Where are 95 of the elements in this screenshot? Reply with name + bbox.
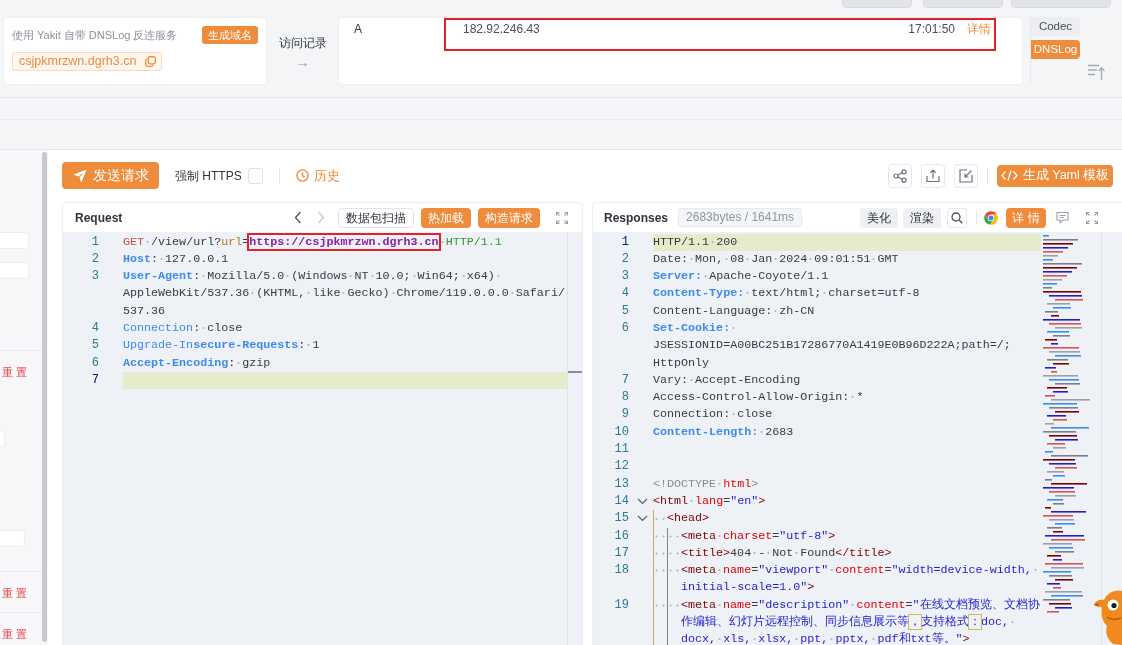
browser-icon[interactable] [984, 210, 998, 225]
dnslog-hint: 使用 Yakit 自带 DNSLog 反连服务 [12, 28, 178, 43]
share-button[interactable] [888, 163, 912, 188]
code-line: <meta name="viewport" content="width=device-width, initial-scale=1.0"> [653, 562, 1041, 597]
code-line: <html lang="en"> [653, 492, 767, 510]
line-number: 4 [90, 320, 99, 337]
copy-icon[interactable] [145, 56, 156, 67]
code-line: Content-Type: text/html; charset=utf-8 [653, 285, 921, 303]
line-number: 7 [90, 371, 99, 389]
expand-icon[interactable] [1086, 211, 1098, 224]
line-number: 14 [613, 492, 629, 510]
panel-title: Responses [604, 209, 669, 227]
line-number: 15 [613, 510, 629, 528]
history-button[interactable]: 历史 [295, 165, 340, 186]
box-arrow-icon [959, 168, 973, 183]
search-icon [951, 211, 963, 224]
code-line: Content-Length: 2683 [653, 423, 795, 441]
force-https-label: 强制 HTTPS [175, 167, 242, 185]
line-number: 6 [620, 320, 629, 337]
export-button[interactable] [921, 163, 945, 188]
line-number: 12 [613, 458, 629, 476]
line-number: 5 [620, 302, 629, 320]
code-line: <title>404 - Not Found</title> [653, 544, 1041, 563]
line-number: 1 [90, 233, 99, 251]
https-checkbox[interactable] [247, 167, 263, 184]
panel-title: Request [75, 209, 123, 227]
code-line: Content-Language: zh-CN [653, 302, 816, 320]
record-time: 17:01:50 [908, 21, 955, 37]
record-type: A [354, 21, 363, 37]
code-icon [1000, 170, 1018, 181]
chevron-left-icon[interactable] [294, 211, 302, 224]
line-number: 6 [90, 354, 99, 372]
scroll-marker [568, 371, 582, 373]
sort-icon[interactable] [1087, 63, 1106, 81]
code-line: Upgrade-Insecure-Requests: 1 [123, 337, 321, 355]
code-line: <meta name="description" content="在线文档预览、文档协 作编辑、幻灯片远程控制、同步信息展示等，支持格式：doc, docx, xls, xlsx, ppt, pptx, pdf和txt等。"> [653, 596, 1041, 645]
line-number: 8 [620, 389, 629, 407]
search-button[interactable] [947, 207, 967, 228]
line-number: 13 [613, 475, 629, 493]
mascot-icon [1093, 587, 1122, 645]
line-number: 4 [620, 285, 629, 303]
response-stats: 2683bytes / 1641ms [678, 208, 803, 227]
side-tab[interactable]: Codec [1031, 17, 1080, 36]
code-line: Access-Control-Allow-Origin: * [653, 389, 865, 407]
paper-plane-icon [72, 168, 87, 183]
line-number: 2 [620, 250, 629, 268]
code-line: Server: Apache-Coyote/1.1 [653, 268, 830, 286]
code-line: <!DOCTYPE html> [653, 475, 760, 493]
line-number: 10 [613, 423, 629, 441]
import-button[interactable] [954, 163, 978, 188]
line-number: 19 [613, 596, 629, 614]
upload-icon [926, 168, 940, 183]
code-line: Connection: close [653, 406, 774, 424]
code-line: Host: 127.0.0.1 [123, 250, 230, 268]
speech-bubble-icon[interactable] [1056, 211, 1069, 224]
code-line: <meta charset="utf-8"> [653, 527, 1041, 545]
generate-yaml-button[interactable]: 生成 Yaml 模板 [997, 164, 1113, 187]
arrow-text: → [295, 54, 310, 70]
side-tab[interactable]: DNSLog [1031, 40, 1080, 59]
line-number: 7 [620, 371, 629, 389]
line-number: 11 [613, 441, 629, 459]
generate-domain-button[interactable]: 生成域名 [202, 26, 258, 44]
send-request-button[interactable]: 发送请求 [62, 162, 159, 189]
toolbar-button[interactable]: 构造请求 [478, 207, 540, 228]
code-line: <head> [653, 510, 1041, 528]
line-number: 2 [90, 250, 99, 268]
line-number: 3 [620, 268, 629, 286]
reset-button[interactable]: 重 置 [2, 586, 28, 600]
toolbar-button[interactable]: 渲染 [903, 207, 941, 228]
line-number: 17 [613, 544, 629, 562]
line-number: 1 [620, 233, 629, 251]
line-number: 9 [620, 406, 629, 424]
reset-button[interactable]: 重 置 [2, 364, 28, 379]
detail-link[interactable]: 详情 [967, 21, 991, 37]
toolbar-button[interactable]: 热加载 [421, 207, 471, 228]
toolbar-button[interactable]: 美化 [860, 207, 898, 228]
access-log-label: 访问记录 [278, 35, 327, 51]
clock-icon [295, 169, 309, 182]
share-icon [893, 168, 907, 183]
code-line: Set-Cookie: JSESSIONID=A00BC251B17286770A1419E0B96D222A;path=/; HttpOnly [653, 320, 1012, 372]
record-ip: 182.92.246.43 [463, 21, 540, 37]
line-number: 5 [90, 337, 99, 355]
code-line: Vary: Accept-Encoding [653, 371, 802, 389]
expand-icon[interactable] [556, 211, 568, 224]
reset-button[interactable]: 重 置 [2, 627, 28, 641]
toolbar-button[interactable]: 数据包扫描 [338, 207, 414, 228]
detail-button[interactable]: 详 情 [1006, 207, 1046, 228]
domain-text: csjpkmrzwn.dgrh3.cn [19, 53, 137, 70]
line-number: 18 [613, 562, 629, 580]
code-line: Connection: close [123, 320, 244, 337]
line-number: 3 [90, 268, 99, 286]
line-number: 16 [613, 527, 629, 545]
code-line: Date: Mon, 08 Jan 2024 09:01:51 GMT [653, 250, 900, 268]
scrollbar-thumb[interactable] [42, 152, 47, 642]
code-line: Accept-Encoding: gzip [123, 354, 272, 372]
